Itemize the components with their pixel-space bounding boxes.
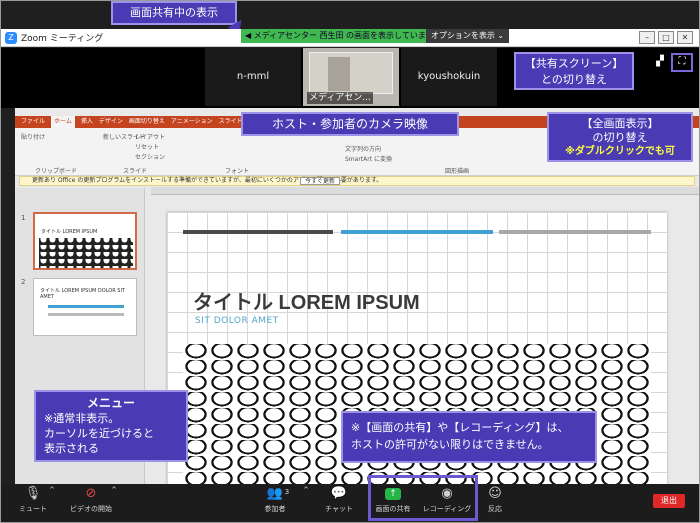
participant-name: n-mml xyxy=(236,71,270,82)
callout-fullscreen: 【全画面表示】 の切り替え ※ダブルクリックでも可 xyxy=(547,112,693,162)
group-label: フォント xyxy=(225,168,250,175)
tab-design[interactable]: デザイン xyxy=(99,116,123,128)
ribbon-item[interactable]: 文字列の方向 xyxy=(345,144,381,153)
callout-text: ※【画面の共有】や【レコーディング】は、 xyxy=(351,421,569,434)
participants-button[interactable]: 👥 参加者 xyxy=(245,486,305,514)
slide-thumbnail[interactable]: タイトル LOREM IPSUM xyxy=(33,212,137,270)
decor-line xyxy=(341,230,493,234)
share-status-bar: ◀ メディアセンター 西生田 の画面を表示しています オプションを表示 ⌄ xyxy=(241,29,509,43)
window-title: Zoom ミーティング xyxy=(21,34,104,44)
update-notice-bar: 更新あり Office の更新プログラムをインストールする準備ができていますが、… xyxy=(19,176,695,186)
decor-line xyxy=(183,230,333,234)
zoom-window: 画面共有中の表示 Z Zoom ミーティング – □ ✕ ◀ メディアセンター … xyxy=(0,0,700,523)
share-record-highlight xyxy=(368,475,478,521)
callout-text: カーソルを近づけると xyxy=(44,427,154,440)
video-label: ビデオの開始 xyxy=(70,505,112,513)
fullscreen-highlight xyxy=(671,53,693,72)
ribbon-item[interactable]: SmartArt に変換 xyxy=(345,154,392,163)
callout-note: ※ダブルクリックでも可 xyxy=(565,146,675,157)
participants-count: 3 xyxy=(284,488,290,496)
participant-tile[interactable]: kyoushokuin xyxy=(401,48,497,106)
audio-options-caret[interactable]: ^ xyxy=(47,486,57,494)
tab-home[interactable]: ホーム xyxy=(51,116,75,128)
group-label: スライド xyxy=(123,168,148,175)
slide-title[interactable]: タイトル LOREM IPSUM xyxy=(193,286,420,315)
callout-text: 【共有スクリーン】 xyxy=(524,57,624,70)
slide-number: 1 xyxy=(21,214,26,222)
mute-label: ミュート xyxy=(19,505,47,513)
callout-text: の切り替え xyxy=(592,131,648,144)
close-button[interactable]: ✕ xyxy=(677,31,693,44)
chat-label: チャット xyxy=(325,505,353,513)
minimize-button[interactable]: – xyxy=(639,31,655,44)
update-now-button[interactable]: 今すぐ更新 xyxy=(300,177,341,185)
video-off-icon: ⊘ xyxy=(85,486,97,501)
leave-button[interactable]: 退出 xyxy=(653,494,685,508)
callout-text: との切り替え xyxy=(541,73,607,86)
reactions-label: 反応 xyxy=(488,505,502,513)
participants-icon: 👥 xyxy=(266,486,284,501)
thumb-pattern xyxy=(39,238,133,268)
thumb-title: タイトル LOREM IPSUM DOLOR SIT AMET xyxy=(40,288,125,300)
ribbon-item[interactable]: 貼り付け xyxy=(21,132,45,141)
tab-animations[interactable]: アニメーション xyxy=(171,116,213,128)
view-options-button[interactable]: オプションを表示 ⌄ xyxy=(426,29,509,43)
chat-icon: 💬 xyxy=(330,486,348,501)
callout-text: 【全画面表示】 xyxy=(581,117,659,130)
callout-share-indicator: 画面共有中の表示 xyxy=(111,1,237,25)
slide-number: 2 xyxy=(21,278,26,286)
speaker-view-icon[interactable]: ▞ xyxy=(653,56,667,68)
participant-name: メディアセン... xyxy=(307,92,373,104)
slide-subtitle[interactable]: SIT DOLOR AMET xyxy=(195,316,279,326)
window-controls: – □ ✕ xyxy=(639,31,693,44)
ribbon-item[interactable]: リセット xyxy=(135,142,159,151)
callout-heading: メニュー xyxy=(86,396,135,410)
callout-text: ※通常非表示。 xyxy=(44,412,120,425)
group-label: 図形描画 xyxy=(445,168,470,175)
participant-tile[interactable]: n-mml xyxy=(205,48,301,106)
ribbon-item[interactable]: レイアウト xyxy=(135,132,165,141)
tab-file[interactable]: ファイル xyxy=(21,116,45,128)
slide-thumbnail[interactable]: タイトル LOREM IPSUM DOLOR SIT AMET xyxy=(33,278,137,336)
participant-tile-active[interactable]: メディアセン... xyxy=(303,48,399,106)
zoom-logo-icon: Z xyxy=(5,32,17,44)
callout-permission: ※【画面の共有】や【レコーディング】は、 ホストの許可がない限りはできません。 xyxy=(341,411,597,463)
callout-text: 表示される xyxy=(44,442,99,455)
callout-camera: ホスト・参加者のカメラ映像 xyxy=(241,112,459,136)
reaction-icon: ☺ xyxy=(488,486,502,501)
participant-name: kyoushokuin xyxy=(417,71,481,82)
thumb-title: タイトル LOREM IPSUM xyxy=(41,229,98,235)
participants-label: 参加者 xyxy=(264,505,286,513)
microphone-icon: 🎙 xyxy=(24,486,42,501)
callout-menu: メニュー ※通常非表示。 カーソルを近づけると 表示される xyxy=(34,390,188,462)
decor-line xyxy=(499,230,651,234)
ruler xyxy=(151,187,699,195)
tab-transitions[interactable]: 画面切り替え xyxy=(129,116,165,128)
group-label: クリップボード xyxy=(35,168,78,175)
maximize-button[interactable]: □ xyxy=(658,31,674,44)
tab-insert[interactable]: 挿入 xyxy=(81,116,93,128)
share-status-text: ◀ メディアセンター 西生田 の画面を表示しています xyxy=(241,29,426,43)
camera-video xyxy=(309,52,393,94)
callout-text: ホストの許可がない限りはできません。 xyxy=(351,438,549,451)
video-options-caret[interactable]: ^ xyxy=(109,486,119,494)
meeting-toolbar: 🎙 ミュート ^ ⊘ ビデオの開始 ^ 👥 参加者 3 ^ 💬 チャット ↑ 画… xyxy=(1,484,699,522)
callout-share-switch: 【共有スクリーン】 との切り替え xyxy=(514,52,634,90)
ribbon-item[interactable]: セクション xyxy=(135,152,165,161)
chat-button[interactable]: 💬 チャット xyxy=(309,486,369,514)
